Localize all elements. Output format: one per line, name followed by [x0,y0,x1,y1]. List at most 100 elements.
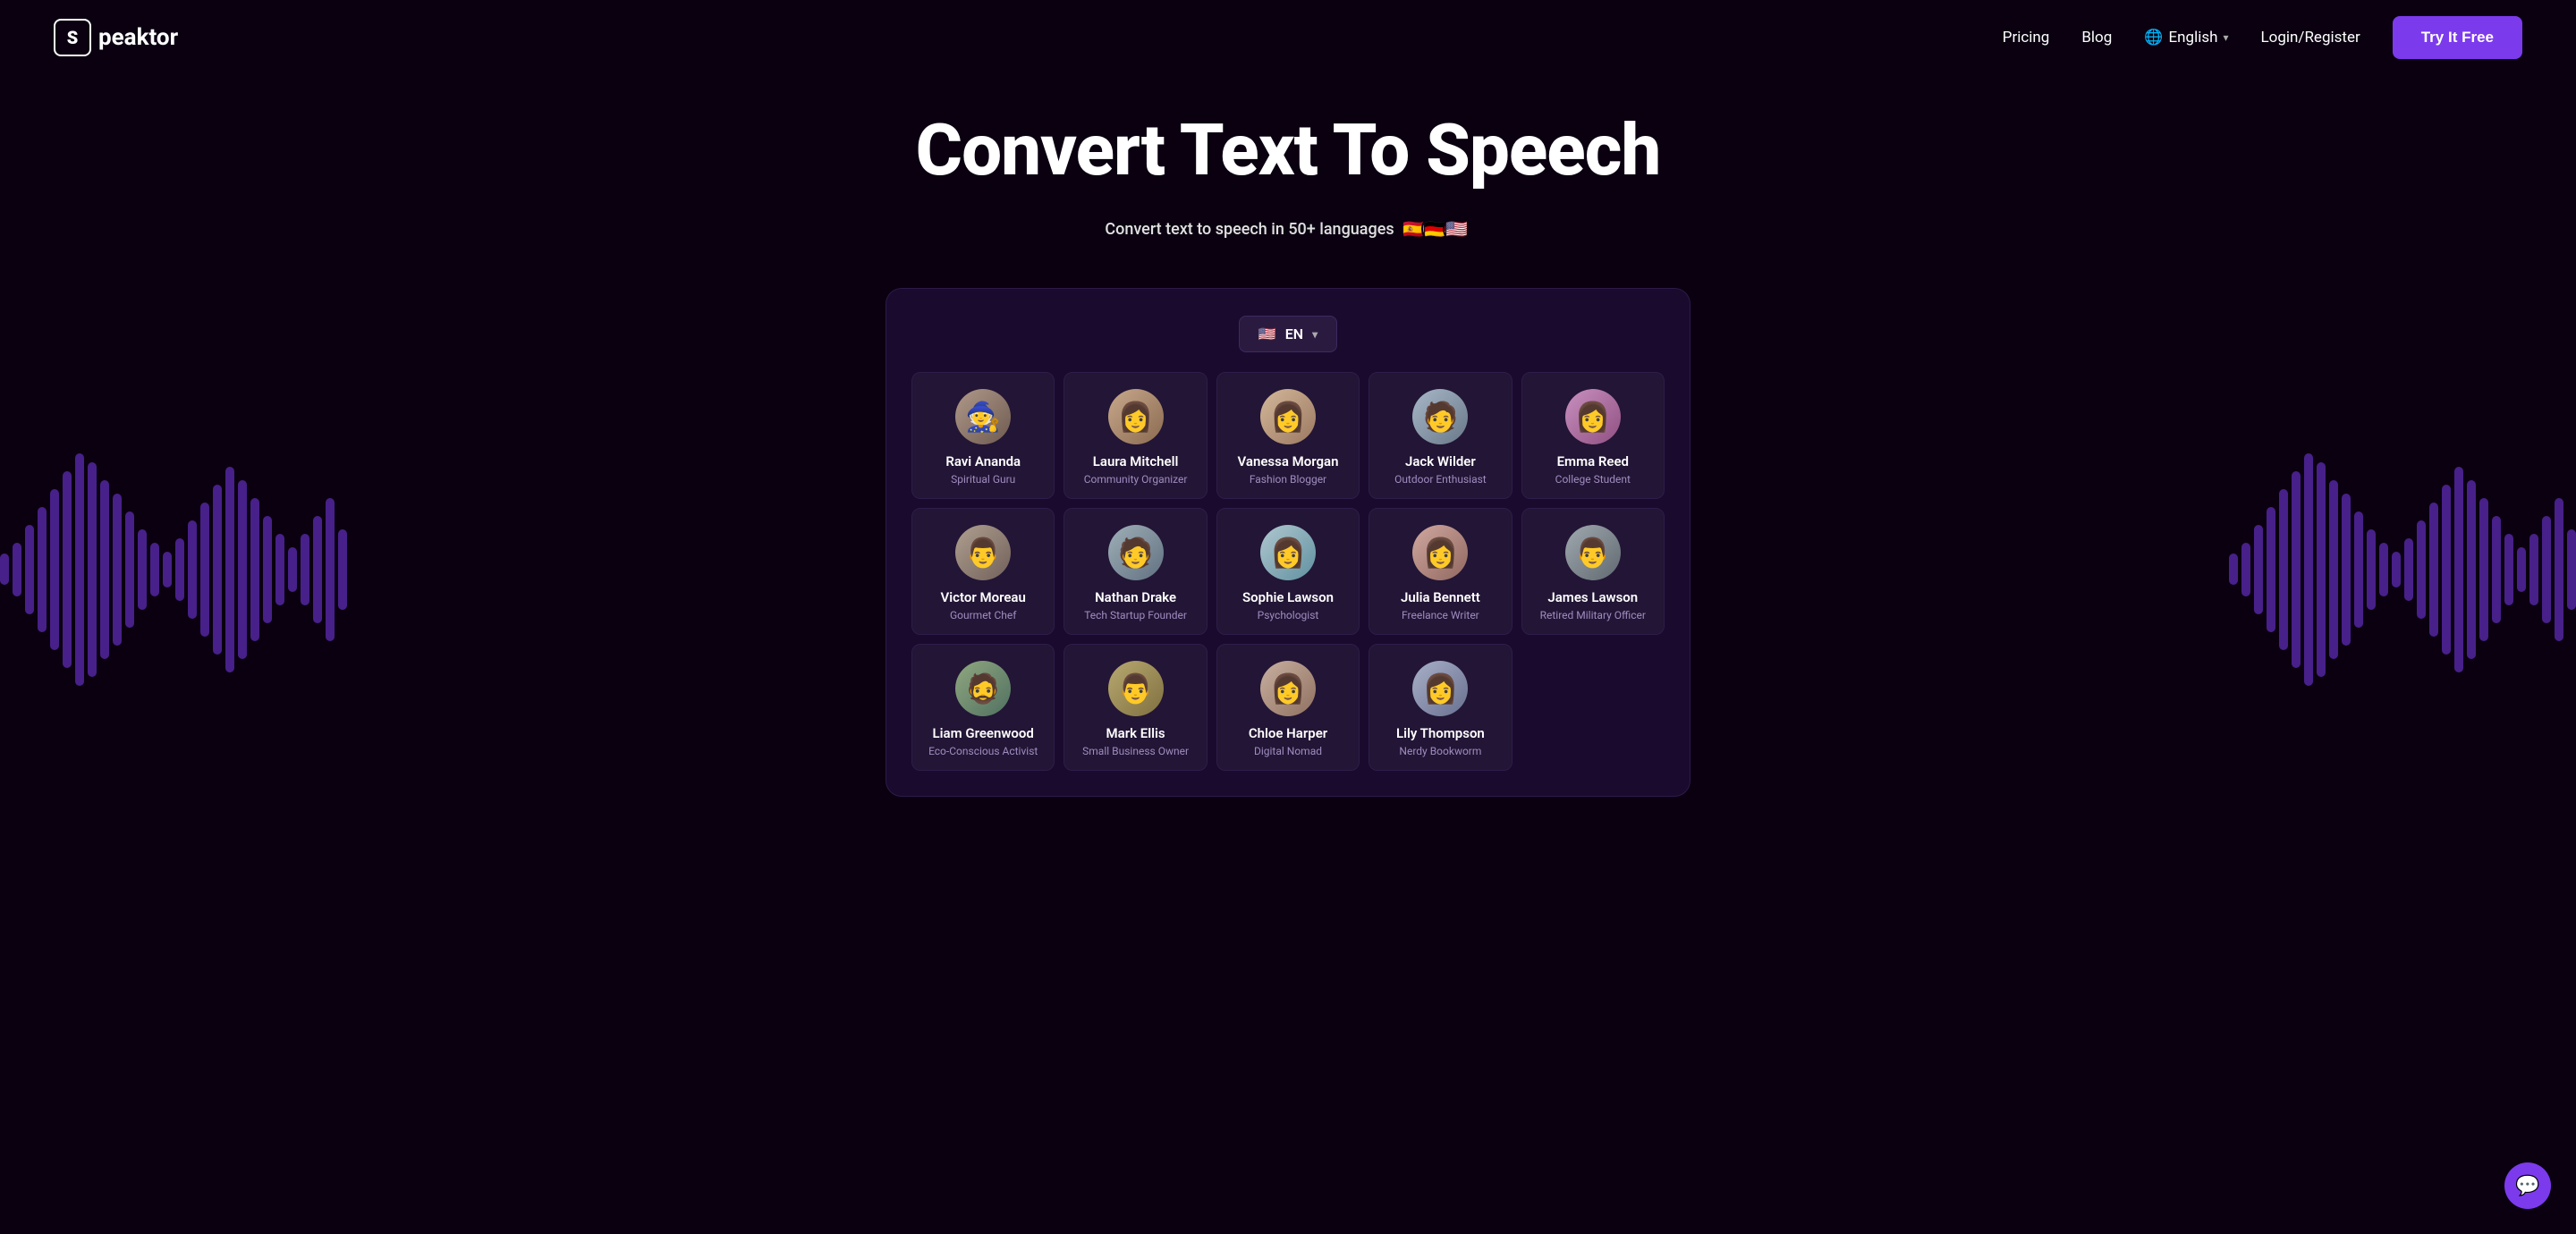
voice-name-liam: Liam Greenwood [921,725,1045,741]
voice-role-chloe: Digital Nomad [1226,745,1350,757]
voice-role-james: Retired Military Officer [1531,609,1655,621]
voice-avatar-mark: 👨 [1108,661,1164,716]
login-register-link[interactable]: Login/Register [2261,29,2360,46]
wave-bar [275,534,284,605]
wave-bar [2304,453,2313,686]
logo[interactable]: S peaktor [54,19,178,56]
voice-name-vanessa: Vanessa Morgan [1226,453,1350,469]
voice-avatar-lily: 👩 [1412,661,1468,716]
wave-bar [150,543,159,596]
voice-card-laura[interactable]: 👩 Laura Mitchell Community Organizer [1063,372,1207,499]
wave-bar [50,489,59,650]
avatar-icon-julia: 👩 [1422,538,1458,567]
pricing-link[interactable]: Pricing [2003,29,2050,46]
avatar-icon-liam: 🧔 [965,674,1001,703]
voice-avatar-jack: 🧑 [1412,389,1468,444]
voice-card-lily[interactable]: 👩 Lily Thompson Nerdy Bookworm [1368,644,1512,771]
hero-subtitle-row: Convert text to speech in 50+ languages … [18,215,2558,243]
voice-card-chloe[interactable]: 👩Chloe HarperDigital Nomad [1216,644,1360,771]
voice-card-liam[interactable]: 🧔 Liam Greenwood Eco-Conscious Activist [911,644,1055,771]
wave-bar [2317,462,2326,677]
wave-bar [125,511,134,628]
language-dropdown[interactable]: 🇺🇸 EN ▾ [1239,316,1337,352]
language-selector[interactable]: 🌐 English ▾ [2144,29,2228,46]
wave-bar [2379,543,2388,596]
voice-role-mark: Small Business Owner [1073,745,1197,757]
voice-avatar-laura: 👩 [1108,389,1164,444]
wave-bar [238,480,247,659]
voice-card-julia[interactable]: 👩Julia BennettFreelance Writer [1368,508,1512,635]
blog-link[interactable]: Blog [2081,29,2112,46]
wave-bar [2492,516,2501,623]
wave-bar [175,538,184,601]
voice-name-lily: Lily Thompson [1378,725,1502,741]
voice-card-nathan[interactable]: 🧑Nathan DrakeTech Startup Founder [1063,508,1207,635]
wave-bar [88,462,97,677]
voice-avatar-james: 👨 [1565,525,1621,580]
voice-card-emma[interactable]: 👩Emma ReedCollege Student [1521,372,1665,499]
voice-card-ravi[interactable]: 🧙Ravi AnandaSpiritual Guru [911,372,1055,499]
voice-name-jack: Jack Wilder [1378,453,1502,469]
globe-flag-icon: 🌐 [2144,29,2163,46]
voice-role-jack: Outdoor Enthusiast [1378,473,1502,486]
voice-name-james: James Lawson [1531,589,1655,605]
hero-section: Convert Text To Speech Convert text to s… [0,75,2576,261]
avatar-icon-lily: 👩 [1422,674,1458,703]
voice-avatar-victor: 👨 [955,525,1011,580]
wave-bar [2254,525,2263,614]
voice-role-victor: Gourmet Chef [921,609,1045,621]
voice-role-lily: Nerdy Bookworm [1378,745,1502,757]
avatar-icon-ravi: 🧙 [965,402,1001,431]
voice-grid: 🧙Ravi AnandaSpiritual Guru 👩 Laura Mitchel… [911,372,1665,771]
avatar-icon-emma: 👩 [1575,402,1611,431]
voice-name-laura: Laura Mitchell [1073,453,1197,469]
voice-avatar-chloe: 👩 [1260,661,1316,716]
voice-role-emma: College Student [1531,473,1655,486]
voice-role-laura: Community Organizer [1073,473,1197,486]
wave-right [2229,400,2576,740]
voice-role-julia: Freelance Writer [1378,609,1502,621]
language-code: EN [1285,325,1303,342]
chevron-down-icon: ▾ [2223,31,2228,44]
voice-card-vanessa[interactable]: 👩 Vanessa Morgan Fashion Blogger [1216,372,1360,499]
voice-card-sophie[interactable]: 👩 Sophie Lawson Psychologist [1216,508,1360,635]
voice-card-jack[interactable]: 🧑 Jack Wilder Outdoor Enthusiast [1368,372,1512,499]
voice-avatar-emma: 👩 [1565,389,1621,444]
avatar-icon-sophie: 👩 [1270,538,1306,567]
avatar-icon-laura: 👩 [1118,402,1154,431]
wave-bar [2542,516,2551,623]
wave-bar [200,503,209,637]
avatar-icon-vanessa: 👩 [1270,402,1306,431]
wave-bar [2555,498,2563,641]
voice-avatar-vanessa: 👩 [1260,389,1316,444]
wave-bar [263,516,272,623]
voice-card-mark[interactable]: 👨Mark EllisSmall Business Owner [1063,644,1207,771]
wave-bar [2504,534,2513,605]
voice-role-vanessa: Fashion Blogger [1226,473,1350,486]
try-it-free-button[interactable]: Try It Free [2393,16,2522,59]
wave-bar [2479,498,2488,641]
wave-bar [0,554,9,585]
hero-title: Convert Text To Speech [18,111,2558,190]
wave-bar [2279,489,2288,650]
flag-icons: 🇪🇸 🇩🇪 🇺🇸 [1407,215,1471,243]
chat-bubble[interactable]: 💬 [2504,1162,2551,1209]
voice-role-sophie: Psychologist [1226,609,1350,621]
wave-bar [250,498,259,641]
voice-name-sophie: Sophie Lawson [1226,589,1350,605]
wave-bar [188,520,197,619]
voice-role-liam: Eco-Conscious Activist [921,745,1045,757]
voice-card-james[interactable]: 👨 James Lawson Retired Military Officer [1521,508,1665,635]
avatar-icon-jack: 🧑 [1422,402,1458,431]
voice-card-victor[interactable]: 👨Victor MoreauGourmet Chef [911,508,1055,635]
logo-wordmark: peaktor [98,24,178,51]
wave-bar [2354,511,2363,628]
wave-bar [138,529,147,610]
wave-bar [338,529,347,610]
wave-bar [2292,471,2301,668]
wave-bar [2404,538,2413,601]
voice-name-nathan: Nathan Drake [1073,589,1197,605]
wave-bar [38,507,47,632]
voice-avatar-liam: 🧔 [955,661,1011,716]
wave-bar [2454,467,2463,672]
